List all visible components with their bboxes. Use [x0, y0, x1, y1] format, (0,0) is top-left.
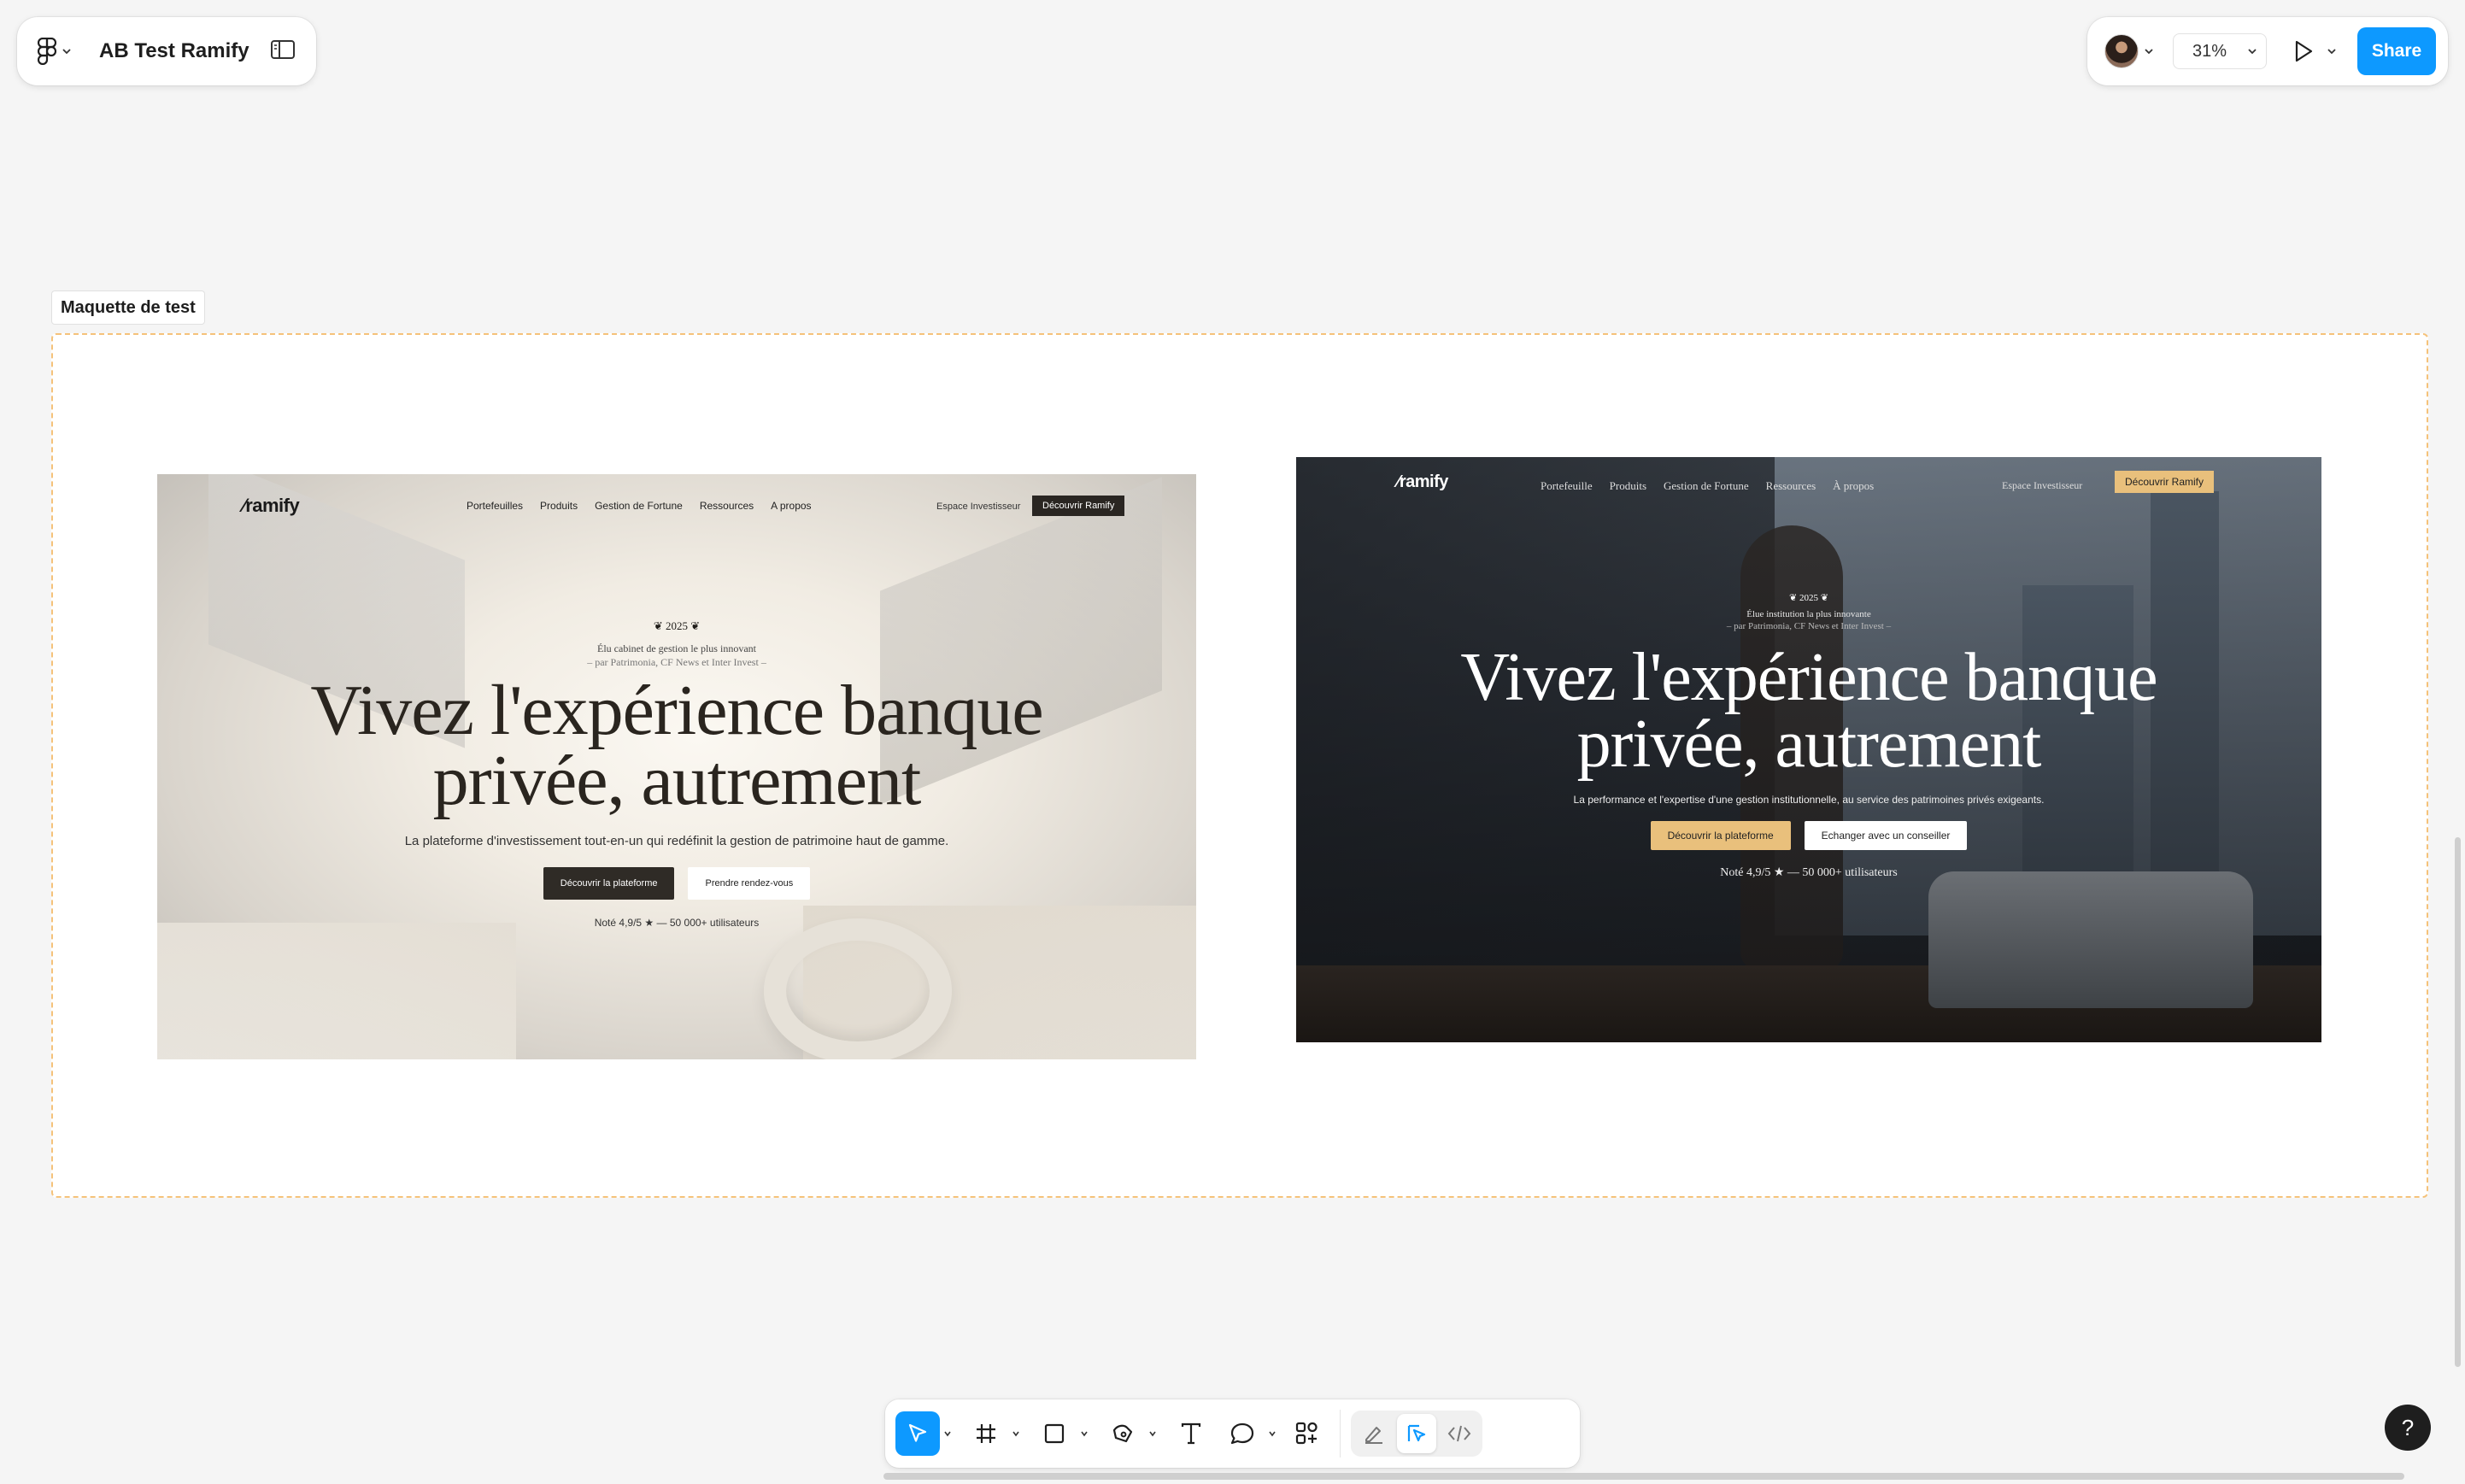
investor-space-link[interactable]: Espace Investisseur [936, 502, 1020, 512]
frame-tool[interactable] [964, 1410, 1024, 1458]
nav-link[interactable]: Ressources [700, 500, 754, 512]
award-year: ❦ 2025 ❦ [1789, 593, 1828, 603]
frame-icon[interactable] [964, 1411, 1008, 1456]
nav-link[interactable]: A propos [771, 500, 811, 512]
rectangle-icon[interactable] [1032, 1411, 1077, 1456]
actions-tool[interactable] [1285, 1410, 1329, 1458]
mockup-hero: ❦ 2025 ❦ Élu cabinet de gestion le plus … [157, 619, 1196, 929]
mockup-dark[interactable]: ⁄ramify Portefeuille Produits Gestion de… [1296, 457, 2321, 1042]
horizontal-scrollbar[interactable] [883, 1473, 2404, 1480]
nav-link[interactable]: Produits [1610, 479, 1646, 493]
discover-platform-button[interactable]: Découvrir la plateforme [1650, 820, 1791, 850]
award-line-1: Élue institution la plus innovante [1746, 609, 1871, 619]
hero-subtitle: La performance et l'expertise d'une gest… [1573, 793, 2045, 806]
rating-text: Noté 4,9/5 ★ — 50 000+ utilisateurs [1720, 865, 1898, 879]
nav-link[interactable]: À propos [1833, 479, 1874, 493]
avatar[interactable] [2104, 34, 2139, 68]
mockup-nav: Portefeuilles Produits Gestion de Fortun… [467, 500, 812, 512]
nav-link[interactable]: Portefeuille [1541, 479, 1593, 493]
brand-logo: ⁄ramify [243, 495, 300, 516]
nav-link[interactable]: Produits [540, 500, 578, 512]
mode-switcher [1351, 1411, 1482, 1457]
file-title[interactable]: AB Test Ramify [99, 39, 249, 63]
award-line-2: – par Patrimonia, CF News et Inter Inves… [1726, 621, 1892, 631]
rating-text: Noté 4,9/5 ★ — 50 000+ utilisateurs [594, 916, 760, 929]
investor-space-link[interactable]: Espace Investisseur [2002, 479, 2082, 492]
shape-tool[interactable] [1032, 1410, 1092, 1458]
discover-platform-button[interactable]: Découvrir la plateforme [543, 866, 675, 900]
background-sofa [1928, 871, 2253, 1008]
nav-cta-button[interactable]: Découvrir Ramify [2115, 471, 2215, 493]
help-button[interactable]: ? [2385, 1405, 2431, 1451]
zoom-value: 31% [2192, 41, 2227, 61]
chevron-down-icon[interactable] [2144, 46, 2154, 56]
chevron-down-icon[interactable] [1008, 1429, 1024, 1438]
move-tool[interactable] [895, 1410, 955, 1458]
hero-buttons: Découvrir la plateforme Echanger avec un… [1296, 820, 2321, 850]
main-menu-button[interactable] [38, 38, 72, 65]
chevron-down-icon[interactable] [1265, 1429, 1280, 1438]
file-toolbar: AB Test Ramify [17, 17, 316, 85]
background-ring [764, 918, 952, 1059]
figma-logo-icon [38, 38, 56, 65]
award-year: ❦ 2025 ❦ [653, 619, 701, 632]
play-icon [2295, 40, 2313, 62]
hero-subtitle: La plateforme d'investissement tout-en-u… [404, 833, 949, 848]
bottom-toolbar [885, 1399, 1580, 1468]
design-mode-icon[interactable] [1397, 1414, 1436, 1453]
vertical-scrollbar[interactable] [2455, 837, 2461, 1367]
mockup-nav: Portefeuille Produits Gestion de Fortune… [1541, 479, 1874, 493]
talk-to-advisor-button[interactable]: Echanger avec un conseiller [1804, 820, 1968, 850]
nav-link[interactable]: Ressources [1766, 479, 1816, 493]
hero-buttons: Découvrir la plateforme Prendre rendez-v… [157, 866, 1196, 900]
chevron-down-icon [62, 49, 71, 55]
background-shape [157, 923, 516, 1059]
share-button[interactable]: Share [2357, 27, 2436, 75]
text-icon[interactable] [1169, 1411, 1213, 1456]
mockup-hero: ❦ 2025 ❦ Élue institution la plus innova… [1296, 592, 2321, 880]
question-icon: ? [2401, 1414, 2415, 1440]
hero-headline: Vivez l'expérience banque privée, autreme… [310, 671, 1043, 821]
top-right-toolbar: 31% Share [2087, 17, 2448, 85]
toggle-sidebar-icon[interactable] [270, 38, 296, 65]
zoom-dropdown[interactable]: 31% [2173, 33, 2267, 69]
move-icon[interactable] [895, 1411, 940, 1456]
chevron-down-icon[interactable] [1145, 1429, 1160, 1438]
comment-icon[interactable] [1220, 1411, 1265, 1456]
award-line-2: – par Patrimonia, CF News et Inter Inves… [587, 656, 766, 668]
comment-tool[interactable] [1220, 1410, 1280, 1458]
nav-link[interactable]: Gestion de Fortune [1664, 479, 1749, 493]
chevron-down-icon[interactable] [940, 1429, 955, 1438]
nav-link[interactable]: Portefeuilles [467, 500, 523, 512]
nav-link[interactable]: Gestion de Fortune [595, 500, 683, 512]
text-tool[interactable] [1169, 1410, 1213, 1458]
actions-icon[interactable] [1285, 1411, 1329, 1456]
draw-mode-icon[interactable] [1354, 1414, 1394, 1453]
chevron-down-icon [2248, 49, 2257, 55]
hero-headline: Vivez l'expérience banque privée, autreme… [1460, 640, 2157, 783]
frame-label[interactable]: Maquette de test [51, 290, 205, 325]
chevron-down-icon[interactable] [2327, 46, 2337, 56]
award-line-1: Élu cabinet de gestion le plus innovant [597, 642, 756, 654]
mockup-light[interactable]: ⁄ramify Portefeuilles Produits Gestion d… [157, 474, 1196, 1059]
toolbar-divider [1340, 1410, 1341, 1458]
pen-icon[interactable] [1100, 1411, 1145, 1456]
brand-logo: ⁄ramify [1397, 472, 1448, 491]
dev-mode-icon[interactable] [1440, 1414, 1479, 1453]
mockup-navbar: ⁄ramify Portefeuilles Produits Gestion d… [157, 474, 1196, 534]
mockup-navbar: ⁄ramify Portefeuille Produits Gestion de… [1296, 457, 2321, 500]
pen-tool[interactable] [1100, 1410, 1160, 1458]
nav-cta-button[interactable]: Découvrir Ramify [1032, 496, 1125, 516]
book-appointment-button[interactable]: Prendre rendez-vous [688, 866, 811, 900]
chevron-down-icon[interactable] [1077, 1429, 1092, 1438]
present-button[interactable] [2292, 39, 2337, 63]
